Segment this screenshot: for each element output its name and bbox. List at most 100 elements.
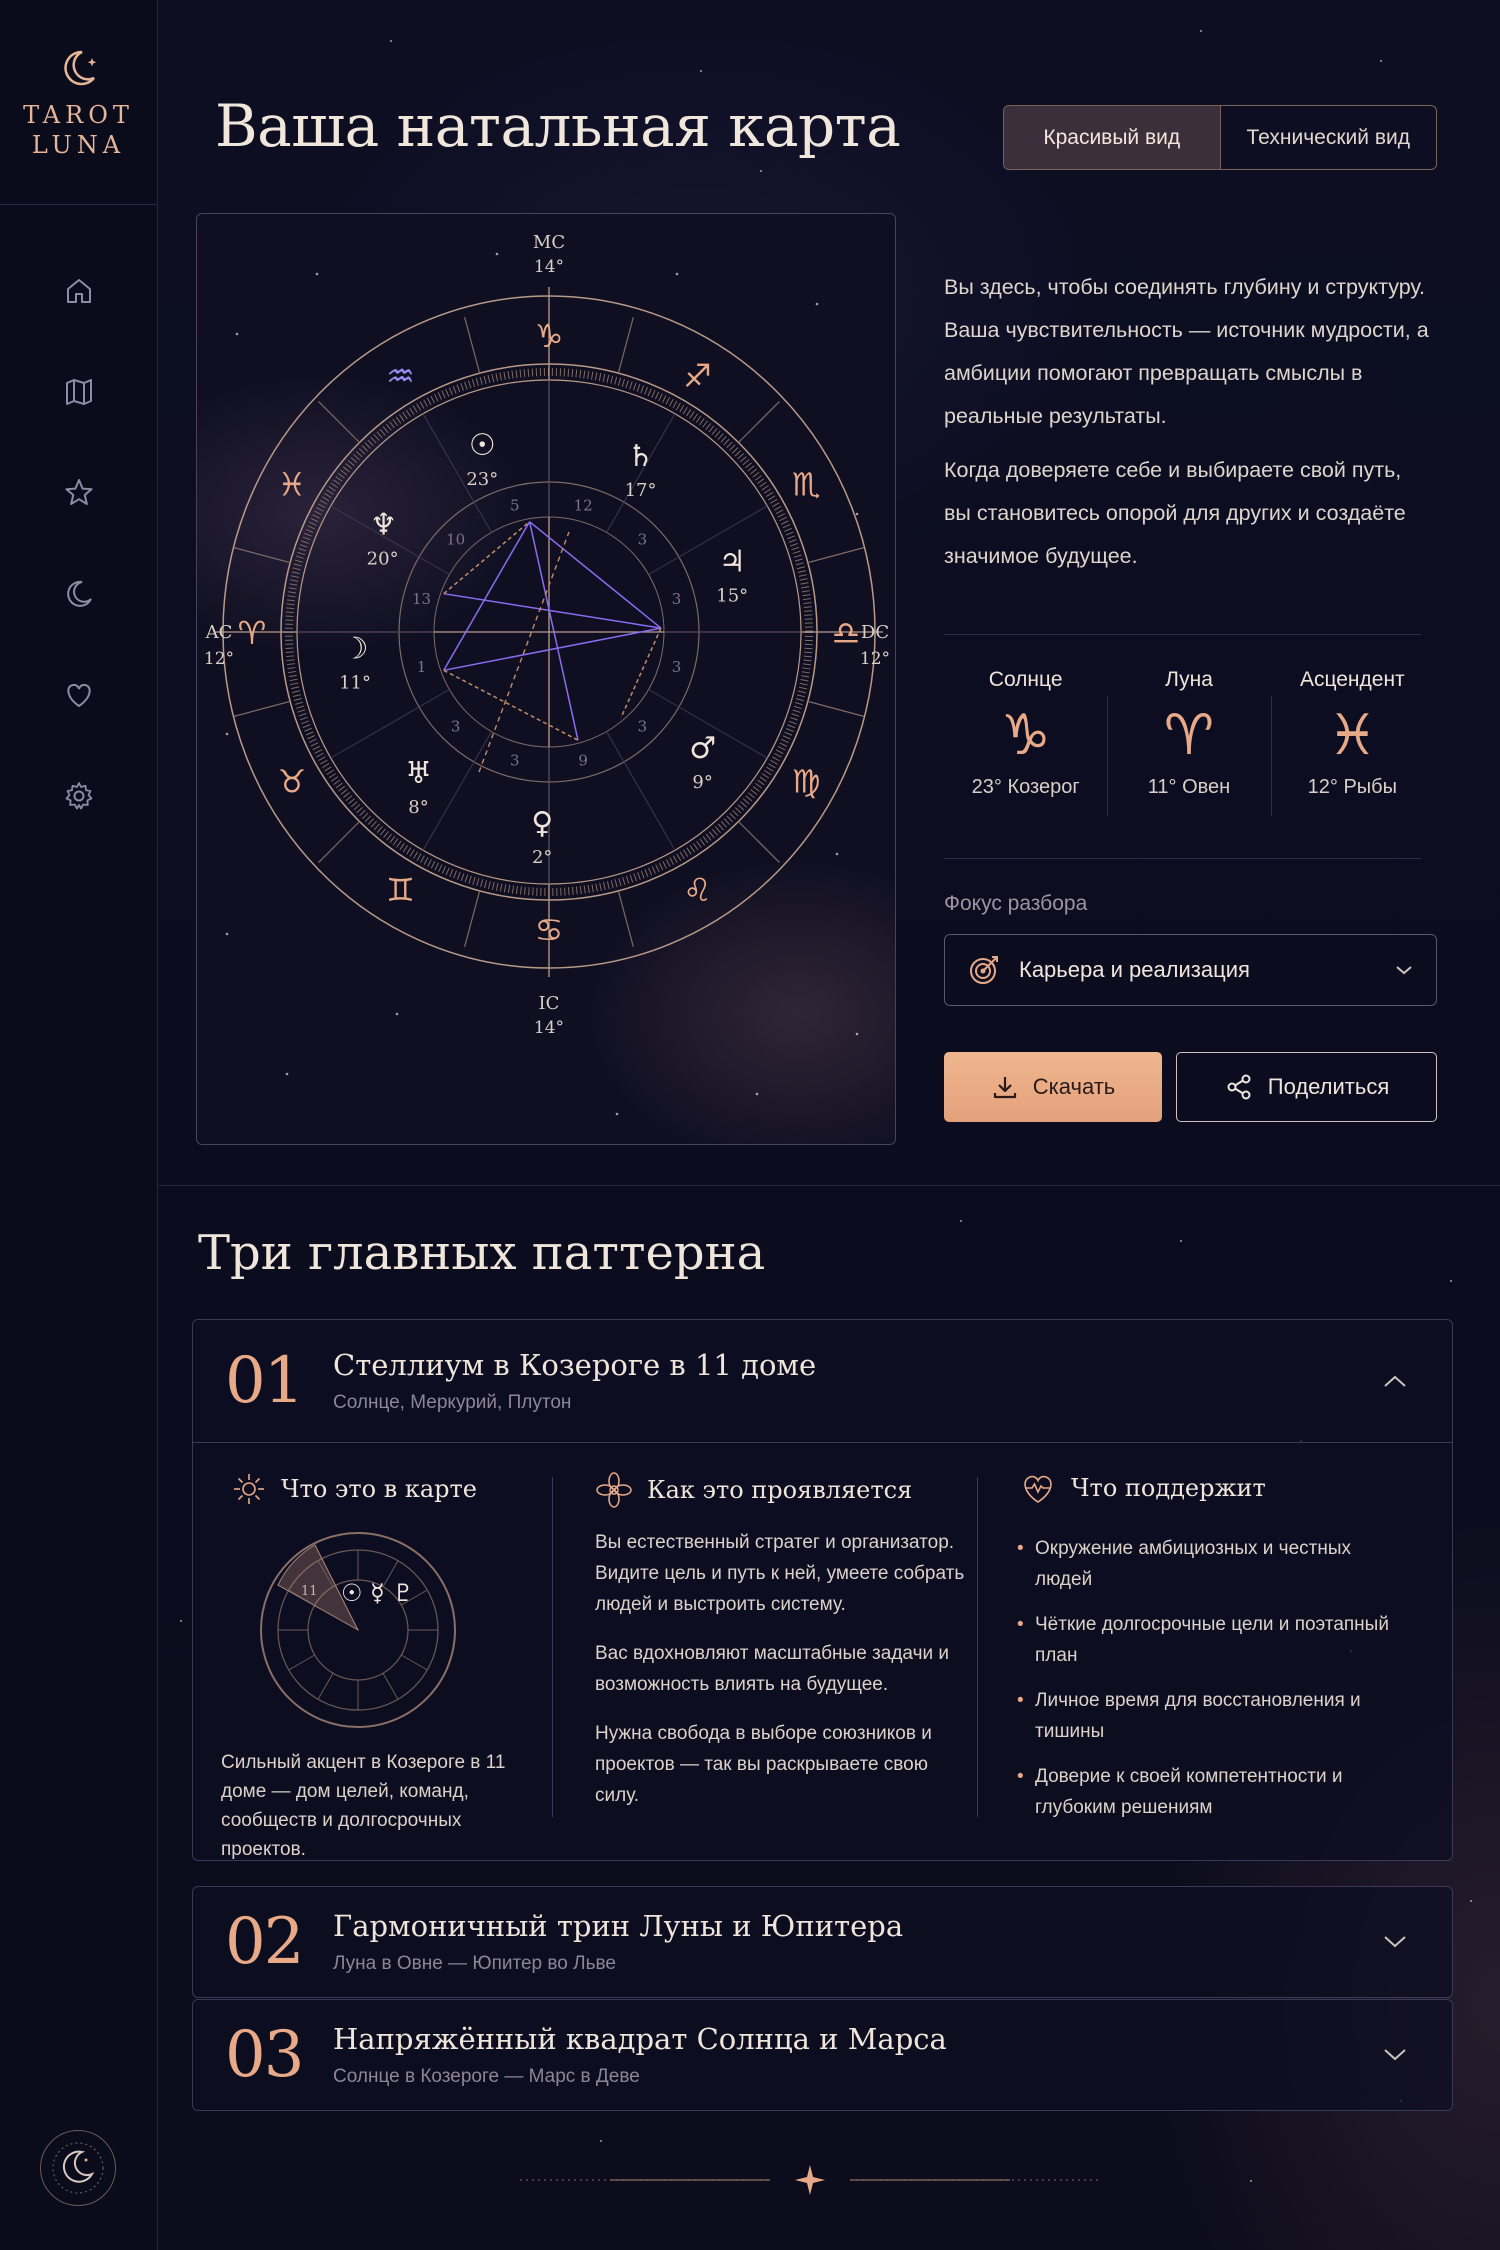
planet-degree: 2°: [532, 847, 552, 868]
dc-degree: 12°: [860, 649, 890, 669]
planet-glyph: ♄: [627, 439, 654, 474]
nav-heart[interactable]: [49, 644, 109, 745]
nav-map[interactable]: [49, 341, 109, 442]
logo[interactable]: TAROT LUNA: [0, 0, 157, 205]
share-label: Поделиться: [1267, 1074, 1390, 1099]
aspect-line: [620, 627, 662, 719]
crescent-moon-icon: [54, 44, 104, 94]
sidebar-nav: [0, 240, 157, 846]
house-number: 3: [672, 658, 682, 676]
planet-degree: 20°: [367, 549, 399, 570]
col-what-text: Сильный акцент в Козероге в 11 доме — до…: [221, 1752, 506, 1860]
zodiac-sign-glyph: ♉: [277, 763, 306, 801]
aspect-line: [443, 669, 579, 741]
sun-burst-icon: [234, 1474, 264, 1504]
mini-house-line: [401, 1654, 428, 1671]
pattern-header[interactable]: 02 Гармоничный трин Луны и Юпитера Луна …: [193, 1887, 1452, 1997]
pattern-title: Напряжённый квадрат Солнца и Марса: [333, 2022, 947, 2056]
chevron-up-icon[interactable]: [1382, 1373, 1408, 1389]
house-number: 3: [451, 717, 461, 735]
focus-select[interactable]: Карьера и реализация: [944, 934, 1437, 1006]
pattern-accordion-3: 03 Напряжённый квадрат Солнца и Марса Со…: [192, 1999, 1453, 2111]
sign-divider: [318, 821, 360, 863]
planet-glyph: ♅: [405, 756, 432, 791]
share-button[interactable]: Поделиться: [1176, 1052, 1437, 1122]
pattern-title: Гармоничный трин Луны и Юпитера: [333, 1909, 904, 1943]
divider: [944, 858, 1421, 859]
pattern-body: Что это в карте 11 ☉ ☿ ♇ Сильный акцент …: [193, 1442, 1452, 1860]
download-button[interactable]: Скачать: [944, 1052, 1162, 1122]
chart-star: [615, 1112, 619, 1116]
mini-planet-glyphs: ☉ ☿ ♇: [341, 1579, 414, 1607]
nav-home[interactable]: [49, 240, 109, 341]
share-icon: [1227, 1074, 1251, 1100]
col-what-title: Что это в карте: [281, 1475, 477, 1503]
chart-star: [225, 732, 229, 736]
star-dot: [1200, 30, 1202, 32]
col-support-title: Что поддержит: [1071, 1474, 1266, 1502]
big-three-label: Луна: [1165, 668, 1213, 691]
zodiac-sign-glyph: ♎: [832, 614, 861, 652]
sign-divider: [233, 547, 291, 564]
big-three-sun: Солнце ♑ 23° Козерог: [944, 656, 1107, 836]
planet-degree: 11°: [339, 672, 371, 693]
star-dot: [760, 170, 762, 172]
planet-glyph: ♆: [370, 508, 397, 543]
divider: [944, 634, 1421, 635]
emblem-icon[interactable]: [40, 2130, 116, 2206]
pattern-subtitle: Солнце, Меркурий, Плутон: [333, 1392, 572, 1413]
col-support-list: Окружение амбициозных и честных людей Чё…: [1017, 1533, 1397, 1837]
support-item: Чёткие долгосрочные цели и поэтапный пла…: [1017, 1609, 1397, 1671]
chart-star: [675, 272, 679, 276]
chart-star: [855, 512, 859, 516]
moon-icon: [66, 580, 92, 607]
intro-paragraph-2: Когда доверяете себе и выбираете свой пу…: [944, 458, 1406, 568]
support-item: Доверие к своей компетентности и глубоки…: [1017, 1761, 1397, 1823]
zodiac-sign-glyph: ♈: [238, 614, 267, 652]
target-icon: [970, 956, 998, 984]
star-dot: [600, 2140, 602, 2142]
mini-house-line: [288, 1654, 315, 1671]
sign-divider: [807, 700, 865, 717]
chevron-down-icon: [1396, 966, 1412, 975]
pattern-header[interactable]: 01 Стеллиум в Козероге в 11 доме Солнце,…: [193, 1320, 1452, 1442]
nav-settings[interactable]: [49, 745, 109, 846]
section-divider: [158, 1185, 1500, 1186]
view-toggle-technical[interactable]: Технический вид: [1221, 106, 1437, 169]
star-icon: [64, 478, 93, 505]
col-how-paragraph: Вы естественный стратег и организатор. В…: [595, 1532, 965, 1615]
pattern-title: Стеллиум в Козероге в 11 доме: [333, 1348, 817, 1382]
chart-star: [315, 272, 319, 276]
nav-moon[interactable]: [49, 543, 109, 644]
ic-label: IC: [539, 993, 560, 1014]
chart-star: [495, 252, 499, 256]
zodiac-sign-glyph: ♍: [792, 763, 821, 801]
pattern-subtitle: Луна в Овне — Юпитер во Льве: [333, 1953, 616, 1974]
intro-text: Вы здесь, чтобы соединять глубину и стру…: [944, 266, 1434, 589]
mini-chart: 11 ☉ ☿ ♇: [260, 1532, 456, 1728]
chevron-down-icon[interactable]: [1382, 2047, 1408, 2063]
chevron-down-icon[interactable]: [1382, 1934, 1408, 1950]
house-line: [330, 689, 450, 759]
intro-paragraph-1: Вы здесь, чтобы соединять глубину и стру…: [944, 275, 1429, 428]
sign-divider: [738, 821, 780, 863]
footer-star-ornament: [520, 2165, 1100, 2195]
ac-degree: 12°: [204, 649, 234, 669]
view-toggle-beautiful[interactable]: Красивый вид: [1004, 106, 1221, 169]
big-three-ascendant: Асцендент ♓ 12° Рыбы: [1270, 656, 1434, 836]
planet-degree: 8°: [408, 797, 428, 818]
sign-divider: [738, 401, 780, 443]
download-icon: [993, 1077, 1016, 1099]
heart-icon: [66, 683, 91, 707]
col-how-paragraph: Нужна свобода в выборе союзников и проек…: [595, 1723, 932, 1806]
pattern-header[interactable]: 03 Напряжённый квадрат Солнца и Марса Со…: [193, 2000, 1452, 2110]
aspect-line: [478, 531, 570, 773]
chart-star: [225, 932, 229, 936]
nav-star[interactable]: [49, 442, 109, 543]
planet-glyph: ☽: [342, 631, 369, 666]
gear-icon: [65, 781, 92, 809]
aspect-line: [443, 627, 662, 672]
zodiac-sign-glyph: ♑: [535, 317, 564, 355]
star-dot: [390, 40, 392, 42]
house-number: 3: [672, 590, 682, 608]
